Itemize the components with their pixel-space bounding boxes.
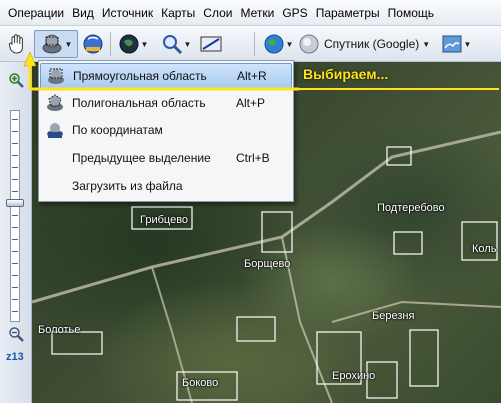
annotation-arrow (23, 51, 499, 91)
annotation-label: Выбираем... (303, 66, 389, 82)
